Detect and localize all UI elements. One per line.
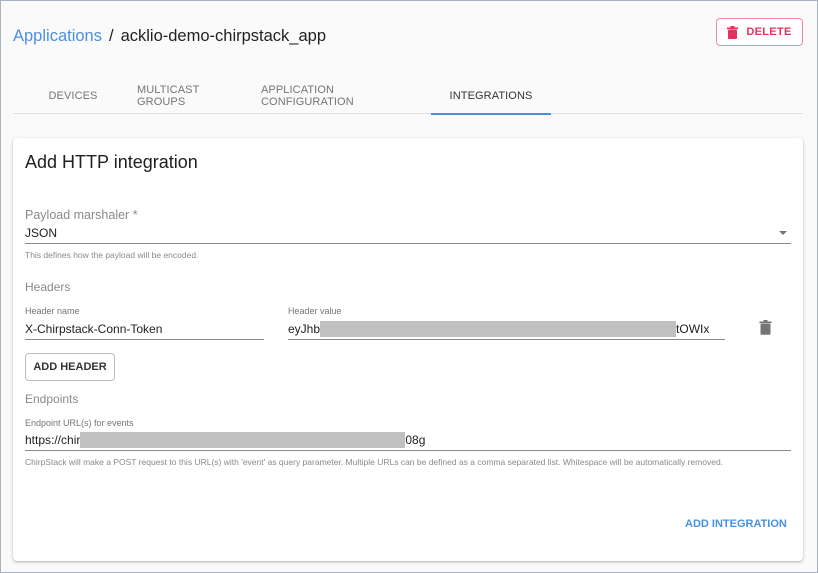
redacted-block bbox=[320, 320, 677, 337]
delete-header-trash-icon[interactable] bbox=[759, 320, 772, 335]
payload-marshaler-select[interactable]: JSON bbox=[25, 222, 791, 244]
endpoint-url-suffix: 08g bbox=[405, 432, 426, 447]
tab-integrations[interactable]: INTEGRATIONS bbox=[431, 77, 551, 115]
endpoint-url-input[interactable]: https://chir 08g bbox=[25, 429, 791, 451]
endpoint-url-label: Endpoint URL(s) for events bbox=[25, 418, 134, 428]
header-value-suffix: tOWIx bbox=[676, 321, 710, 336]
header-name-value: X-Chirpstack-Conn-Token bbox=[25, 321, 163, 336]
delete-button-label: DELETE bbox=[746, 26, 792, 38]
payload-marshaler-label: Payload marshaler * bbox=[25, 208, 138, 222]
tab-application-configuration-label: APPLICATION CONFIGURATION bbox=[261, 83, 354, 108]
endpoint-url-helper: ChirpStack will make a POST request to t… bbox=[25, 457, 724, 467]
endpoints-section-label: Endpoints bbox=[25, 392, 79, 406]
endpoint-url-prefix: https://chir bbox=[25, 432, 81, 447]
breadcrumb-separator: / bbox=[108, 26, 114, 45]
breadcrumb: Applications / acklio-demo-chirpstack_ap… bbox=[13, 25, 326, 47]
add-header-button[interactable]: ADD HEADER bbox=[25, 353, 115, 381]
breadcrumb-applications-link[interactable]: Applications bbox=[13, 27, 102, 46]
payload-marshaler-value: JSON bbox=[25, 225, 58, 240]
add-http-integration-card: Add HTTP integration Payload marshaler *… bbox=[13, 138, 803, 561]
tab-bar: DEVICES MULTICAST GROUPS APPLICATION CON… bbox=[13, 77, 803, 115]
tab-devices-label: DEVICES bbox=[48, 89, 98, 102]
tab-integrations-label: INTEGRATIONS bbox=[449, 89, 533, 102]
trash-icon bbox=[727, 25, 739, 39]
card-title: Add HTTP integration bbox=[25, 152, 198, 172]
add-integration-button[interactable]: ADD INTEGRATION bbox=[685, 518, 787, 530]
tab-multicast-groups-label: MULTICAST GROUPS bbox=[137, 83, 200, 108]
header-value-input[interactable]: eyJhb tOWIx bbox=[288, 318, 725, 340]
payload-marshaler-helper: This defines how the payload will be enc… bbox=[25, 250, 199, 260]
header-name-input[interactable]: X-Chirpstack-Conn-Token bbox=[25, 318, 264, 340]
redacted-block bbox=[80, 431, 406, 448]
delete-button[interactable]: DELETE bbox=[716, 18, 803, 46]
tab-application-configuration[interactable]: APPLICATION CONFIGURATION bbox=[261, 77, 425, 114]
tab-multicast-groups[interactable]: MULTICAST GROUPS bbox=[137, 77, 249, 114]
dropdown-arrow-icon bbox=[779, 231, 787, 235]
header-value-prefix: eyJhb bbox=[288, 321, 321, 336]
header-name-label: Header name bbox=[25, 306, 80, 316]
headers-section-label: Headers bbox=[25, 280, 71, 294]
header-value-label: Header value bbox=[288, 306, 342, 316]
tab-devices[interactable]: DEVICES bbox=[13, 77, 133, 114]
add-header-label: ADD HEADER bbox=[33, 361, 107, 373]
breadcrumb-current-app: acklio-demo-chirpstack_app bbox=[120, 26, 327, 45]
